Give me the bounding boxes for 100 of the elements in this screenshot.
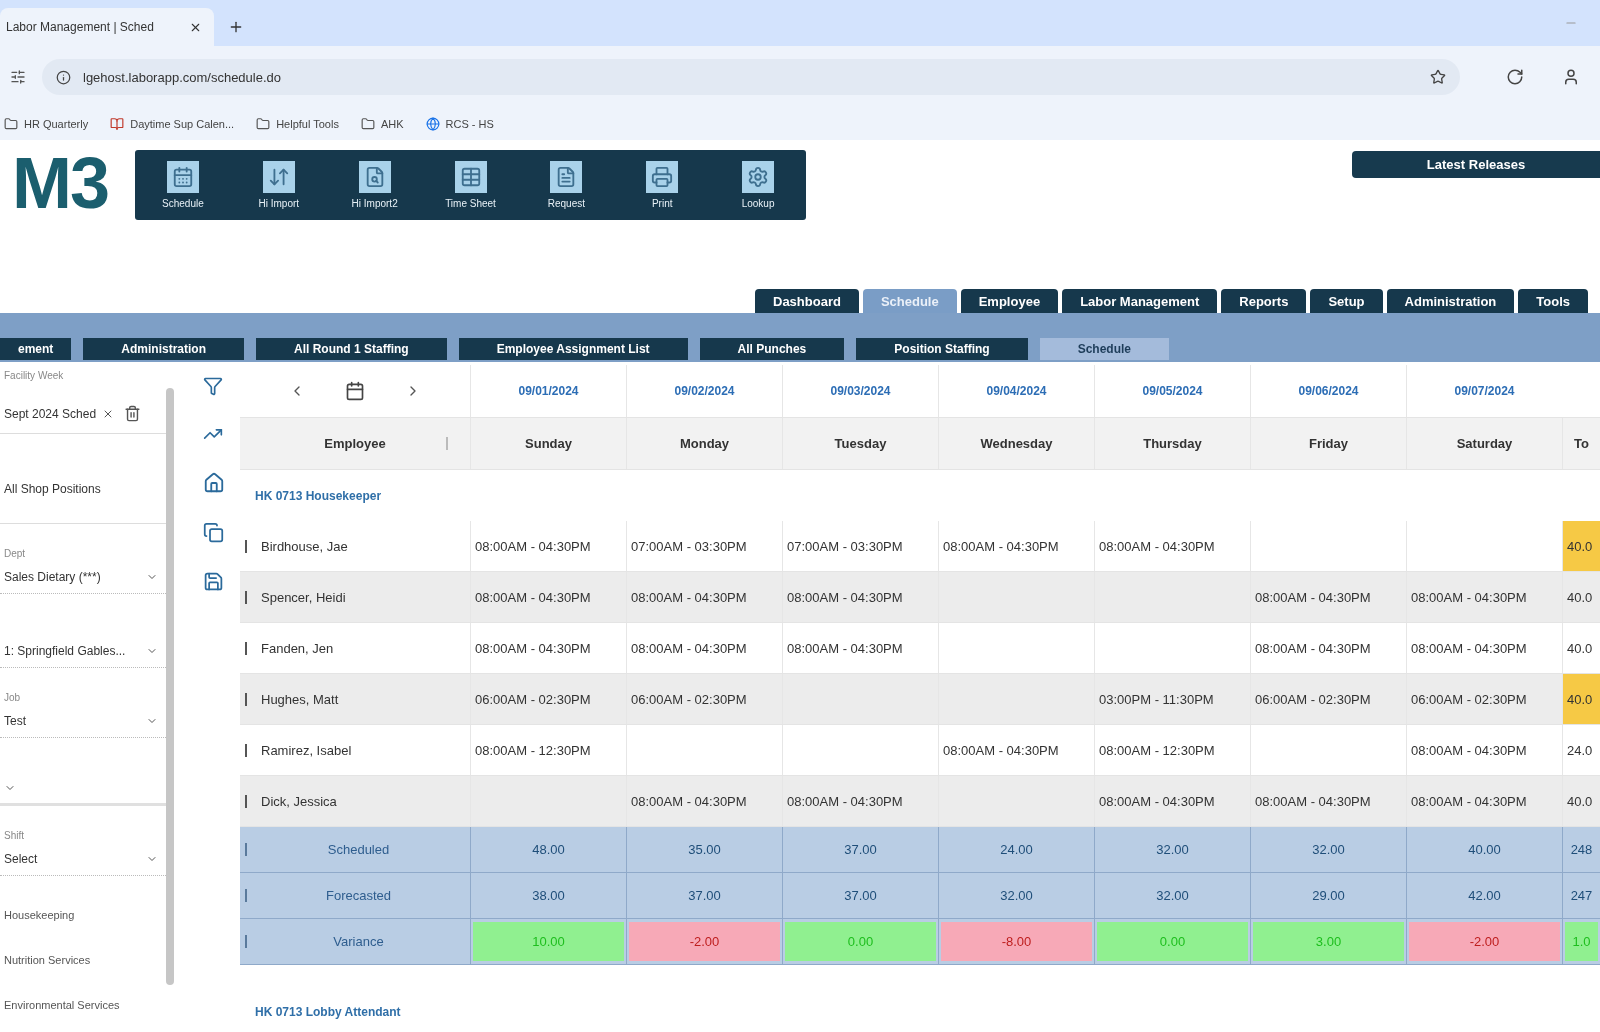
bookmark[interactable]: HR Quarterly — [4, 117, 89, 131]
shift-cell[interactable]: 06:00AM - 02:30PM — [1250, 674, 1406, 724]
profile-icon[interactable] — [1562, 68, 1580, 86]
column-header[interactable]: Sunday — [525, 436, 572, 451]
toolbar-button[interactable]: Hi Import — [230, 150, 327, 220]
toolbar-button[interactable]: Print — [614, 150, 711, 220]
shift-cell[interactable]: 08:00AM - 12:30PM — [470, 725, 626, 775]
shift-cell[interactable]: 06:00AM - 02:30PM — [470, 674, 626, 724]
list-item[interactable]: Nutrition Services — [0, 937, 166, 982]
plus-icon[interactable] — [228, 19, 244, 35]
employee-name[interactable]: Fanden, Jen — [261, 640, 334, 656]
list-item[interactable]: Housekeeping — [0, 892, 166, 937]
column-header[interactable]: Saturday — [1456, 436, 1513, 451]
shift-cell[interactable]: 08:00AM - 12:30PM — [1094, 725, 1250, 775]
toolbar-button[interactable]: Lookup — [710, 150, 806, 220]
column-header[interactable]: Tuesday — [834, 436, 887, 451]
nav-tab[interactable]: Labor Management — [1062, 289, 1218, 313]
drag-handle-icon[interactable] — [245, 843, 247, 856]
shift-cell[interactable]: 08:00AM - 04:30PM — [1406, 725, 1562, 775]
nav-tab[interactable]: Employee — [960, 289, 1059, 313]
drag-handle-icon[interactable] — [245, 794, 247, 808]
toolbar-button[interactable]: Schedule — [135, 150, 231, 220]
shift-cell[interactable]: 08:00AM - 04:30PM — [626, 776, 782, 826]
drag-handle-icon[interactable] — [245, 743, 247, 757]
sub-tab[interactable]: All Round 1 Staffing — [256, 338, 447, 360]
bookmark[interactable]: AHK — [360, 117, 404, 131]
drag-handle-icon[interactable] — [245, 641, 247, 655]
date-link[interactable]: 09/07/2024 — [1454, 384, 1515, 398]
bookmark[interactable]: RCS - HS — [425, 117, 494, 131]
sub-tab[interactable]: Schedule — [1039, 338, 1169, 360]
copy-icon[interactable] — [203, 522, 224, 543]
drag-handle-icon[interactable] — [245, 539, 247, 553]
shift-cell[interactable]: 08:00AM - 04:30PM — [1094, 521, 1250, 571]
tune-icon[interactable] — [10, 69, 26, 85]
shift-cell[interactable]: 08:00AM - 04:30PM — [1406, 572, 1562, 622]
employee-name[interactable]: Spencer, Heidi — [261, 589, 346, 605]
site-info-icon[interactable] — [56, 69, 71, 85]
star-icon[interactable] — [1430, 69, 1446, 85]
date-link[interactable]: 09/02/2024 — [674, 384, 735, 398]
date-link[interactable]: 09/03/2024 — [830, 384, 891, 398]
shift-cell[interactable]: 08:00AM - 04:30PM — [938, 725, 1094, 775]
filter-icon[interactable] — [203, 376, 223, 396]
input-field[interactable]: Sept 2024 Sched — [4, 406, 115, 421]
browser-tab[interactable]: Labor Management | Sched — [0, 8, 214, 46]
employee-name[interactable]: Dick, Jessica — [261, 793, 337, 809]
employee-name[interactable]: Birdhouse, Jae — [261, 538, 348, 554]
sub-tab[interactable]: ement — [0, 338, 72, 360]
shift-cell[interactable]: 07:00AM - 03:30PM — [782, 521, 938, 571]
trash-icon[interactable] — [124, 405, 142, 422]
shift-cell[interactable]: 08:00AM - 04:30PM — [626, 572, 782, 622]
sub-tab[interactable]: Administration — [83, 338, 244, 360]
shift-cell[interactable]: 07:00AM - 03:30PM — [626, 521, 782, 571]
column-header[interactable]: Monday — [679, 436, 730, 451]
nav-tab[interactable]: Tools — [1518, 289, 1588, 313]
calendar-icon[interactable] — [345, 381, 365, 401]
shift-cell[interactable]: 08:00AM - 04:30PM — [470, 521, 626, 571]
shift-cell[interactable]: 08:00AM - 04:30PM — [1406, 776, 1562, 826]
group-header[interactable]: HK 0713 Lobby Attendant — [255, 1005, 401, 1019]
date-link[interactable]: 09/01/2024 — [518, 384, 579, 398]
nav-tab[interactable]: Administration — [1386, 289, 1515, 313]
drag-handle-icon[interactable] — [245, 590, 247, 604]
drag-handle-icon[interactable] — [245, 935, 247, 948]
column-header[interactable]: Wednesday — [980, 436, 1053, 451]
shift-cell[interactable]: 08:00AM - 04:30PM — [1250, 776, 1406, 826]
latest-releases-button[interactable]: Latest Releases — [1352, 151, 1600, 178]
date-link[interactable]: 09/04/2024 — [986, 384, 1047, 398]
column-header[interactable]: To — [1574, 436, 1589, 451]
shift-cell[interactable]: 08:00AM - 04:30PM — [782, 572, 938, 622]
scrollbar[interactable] — [166, 388, 174, 985]
shift-cell[interactable]: 08:00AM - 04:30PM — [470, 572, 626, 622]
bookmark[interactable]: Helpful Tools — [256, 117, 339, 131]
drag-handle-icon[interactable] — [245, 692, 247, 706]
shift-cell[interactable]: 08:00AM - 04:30PM — [1250, 572, 1406, 622]
toolbar-button[interactable]: Request — [518, 150, 615, 220]
drag-handle-icon[interactable] — [245, 889, 247, 902]
employee-name[interactable]: Ramirez, Isabel — [261, 742, 352, 758]
list-item[interactable]: Environmental Services — [0, 982, 166, 1027]
nav-tab[interactable]: Reports — [1221, 289, 1307, 313]
toolbar-button[interactable]: Time Sheet — [422, 150, 519, 220]
sub-tab[interactable]: All Punches — [699, 338, 845, 360]
resize-handle-icon[interactable] — [446, 437, 448, 450]
shift-cell[interactable]: 08:00AM - 04:30PM — [626, 623, 782, 673]
date-link[interactable]: 09/06/2024 — [1298, 384, 1359, 398]
employee-name[interactable]: Hughes, Matt — [261, 691, 339, 707]
shift-cell[interactable]: 08:00AM - 04:30PM — [1250, 623, 1406, 673]
shift-cell[interactable]: 08:00AM - 04:30PM — [1094, 776, 1250, 826]
nav-tab[interactable]: Setup — [1310, 289, 1383, 313]
date-link[interactable]: 09/05/2024 — [1142, 384, 1203, 398]
reload-icon[interactable] — [1506, 68, 1524, 86]
address-field[interactable]: lgehost.laborapp.com/schedule.do — [42, 59, 1460, 95]
bookmark[interactable]: Daytime Sup Calen... — [110, 117, 235, 131]
column-header[interactable]: Friday — [1309, 436, 1348, 451]
column-header[interactable]: Employee — [324, 436, 386, 451]
shift-cell[interactable]: 03:00PM - 11:30PM — [1094, 674, 1250, 724]
column-header[interactable]: Thursday — [1143, 436, 1202, 451]
shift-cell[interactable]: 08:00AM - 04:30PM — [782, 623, 938, 673]
toolbar-button[interactable]: Hi Import2 — [326, 150, 423, 220]
shift-cell[interactable]: 08:00AM - 04:30PM — [470, 623, 626, 673]
save-icon[interactable] — [203, 571, 224, 592]
shift-cell[interactable]: 08:00AM - 04:30PM — [938, 521, 1094, 571]
